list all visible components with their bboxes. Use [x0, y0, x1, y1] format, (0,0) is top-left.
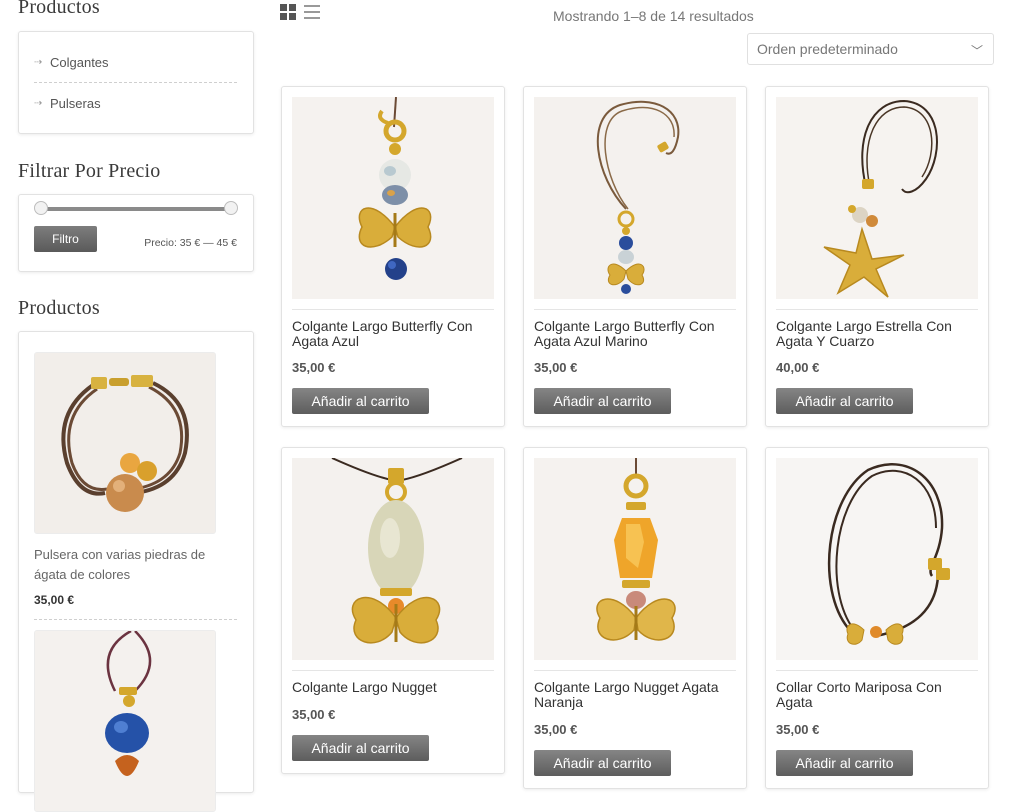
product-image[interactable] [292, 458, 494, 660]
add-to-cart-button[interactable]: Añadir al carrito [534, 388, 671, 414]
price-slider-max-handle[interactable] [224, 201, 238, 215]
view-toggle [280, 4, 320, 20]
product-price: 35,00 € [534, 360, 578, 375]
orderby-select[interactable]: Orden predeterminado ﹀ [747, 33, 994, 65]
product-image[interactable] [534, 97, 736, 299]
price-slider-min-handle[interactable] [34, 201, 48, 215]
price-range-label: Precio: 35 € — 45 € [144, 237, 237, 249]
divider [534, 309, 736, 310]
product-name[interactable]: Collar Corto Mariposa Con Agata [776, 680, 978, 710]
product-image[interactable] [776, 97, 978, 299]
product-name[interactable]: Colgante Largo Nugget Agata Naranja [534, 680, 736, 710]
product-name[interactable]: Colgante Largo Butterfly Con Agata Azul … [534, 319, 736, 349]
product-price: 35,00 € [292, 360, 336, 375]
product-name[interactable]: Colgante Largo Butterfly Con Agata Azul [292, 319, 494, 349]
divider [34, 619, 237, 620]
chevron-down-icon: ﹀ [970, 44, 983, 58]
product-price: 35,00 € [776, 722, 820, 737]
price-slider-track[interactable] [40, 207, 231, 211]
product-image[interactable] [776, 458, 978, 660]
divider [34, 82, 237, 83]
add-to-cart-button[interactable]: Añadir al carrito [776, 388, 913, 414]
product-card: Colgante Largo Nugget Agata Naranja 35,0… [523, 447, 747, 789]
divider [776, 309, 978, 310]
widget-product-name[interactable]: Pulsera con varias piedras de ágata de c… [34, 545, 224, 585]
arrow-right-icon: ⇢ [34, 56, 43, 68]
divider [292, 309, 494, 310]
add-to-cart-button[interactable]: Añadir al carrito [776, 750, 913, 776]
result-count: Mostrando 1–8 de 14 resultados [553, 8, 754, 24]
grid-view-icon[interactable] [280, 4, 296, 20]
orderby-selected-value: Orden predeterminado [757, 41, 898, 57]
categories-widget: ⇢ Colgantes ⇢ Pulseras [18, 31, 254, 134]
divider [534, 670, 736, 671]
product-card: Colgante Largo Butterfly Con Agata Azul … [523, 86, 747, 427]
category-pulseras[interactable]: ⇢ Pulseras [34, 93, 237, 113]
bracelet-image[interactable] [34, 352, 216, 534]
add-to-cart-button[interactable]: Añadir al carrito [534, 750, 671, 776]
arrow-right-icon: ⇢ [34, 97, 43, 109]
product-card: Collar Corto Mariposa Con Agata 35,00 € … [765, 447, 989, 789]
product-card: Colgante Largo Estrella Con Agata Y Cuar… [765, 86, 989, 427]
category-colgantes[interactable]: ⇢ Colgantes [34, 52, 237, 72]
category-label: Pulseras [50, 95, 101, 111]
product-card: Colgante Largo Nugget 35,00 € Añadir al … [281, 447, 505, 774]
add-to-cart-button[interactable]: Añadir al carrito [292, 735, 429, 761]
product-card: Colgante Largo Butterfly Con Agata Azul … [281, 86, 505, 427]
category-label: Colgantes [50, 54, 109, 70]
categories-title: Productos [18, 0, 100, 18]
product-price: 35,00 € [292, 707, 336, 722]
product-name[interactable]: Colgante Largo Nugget [292, 680, 494, 695]
price-filter-widget: Filtro Precio: 35 € — 45 € [18, 194, 254, 272]
divider [292, 670, 494, 671]
list-view-icon[interactable] [304, 4, 320, 20]
product-image[interactable] [292, 97, 494, 299]
product-image[interactable] [534, 458, 736, 660]
products-widget: Pulsera con varias piedras de ágata de c… [18, 331, 254, 812]
necklace-image[interactable] [34, 630, 216, 812]
products-widget-title: Productos [18, 297, 100, 319]
filter-button[interactable]: Filtro [34, 226, 97, 252]
product-name[interactable]: Colgante Largo Estrella Con Agata Y Cuar… [776, 319, 978, 349]
product-price: 40,00 € [776, 360, 820, 375]
product-price: 35,00 € [534, 722, 578, 737]
divider [776, 670, 978, 671]
widget-product-price: 35,00 € [34, 593, 75, 607]
price-filter-title: Filtrar Por Precio [18, 160, 161, 182]
add-to-cart-button[interactable]: Añadir al carrito [292, 388, 429, 414]
